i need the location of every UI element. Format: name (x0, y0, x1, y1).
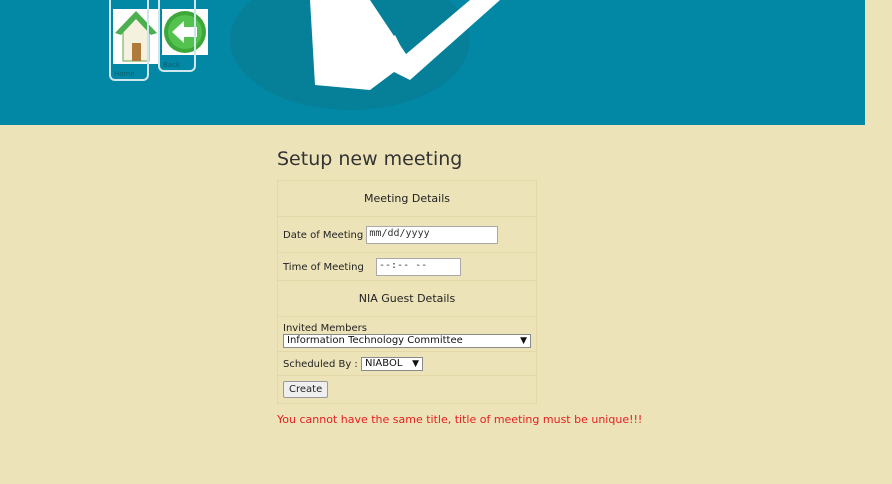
invited-label: Invited Members (283, 323, 367, 334)
date-label: Date of Meeting (283, 229, 364, 241)
time-input[interactable]: --:-- -- (375, 257, 461, 276)
create-row: Create (277, 375, 537, 404)
home-button[interactable]: Home (109, 0, 149, 81)
date-input[interactable]: mm/dd/yyyy (366, 225, 499, 244)
invited-row: Invited Members Information Technology C… (277, 316, 537, 352)
scheduled-row: Scheduled By : NIABOL ▼ (277, 351, 537, 376)
home-label: Home (114, 70, 135, 78)
scheduled-label: Scheduled By : (283, 358, 358, 370)
date-row: Date of Meeting mm/dd/yyyy (277, 216, 537, 253)
error-message: You cannot have the same title, title of… (277, 413, 643, 426)
chevron-down-icon: ▼ (520, 336, 527, 346)
time-row: Time of Meeting --:-- -- (277, 252, 537, 281)
guest-details-heading: NIA Guest Details (277, 280, 537, 317)
chevron-down-icon: ▼ (412, 358, 419, 369)
create-button[interactable]: Create (283, 381, 329, 398)
invited-selected: Information Technology Committee (287, 335, 463, 346)
scheduled-selected: NIABOL (365, 357, 403, 369)
meeting-logo-icon (230, 0, 500, 110)
invited-members-select[interactable]: Information Technology Committee ▼ (283, 334, 531, 348)
back-button[interactable]: Back (158, 0, 196, 72)
back-label: Back (163, 61, 180, 69)
meeting-form: Meeting Details Date of Meeting mm/dd/yy… (277, 180, 537, 404)
scheduled-by-select[interactable]: NIABOL ▼ (361, 356, 423, 371)
meeting-details-heading: Meeting Details (277, 180, 537, 217)
page-title: Setup new meeting (277, 148, 463, 170)
time-label: Time of Meeting (283, 261, 364, 273)
